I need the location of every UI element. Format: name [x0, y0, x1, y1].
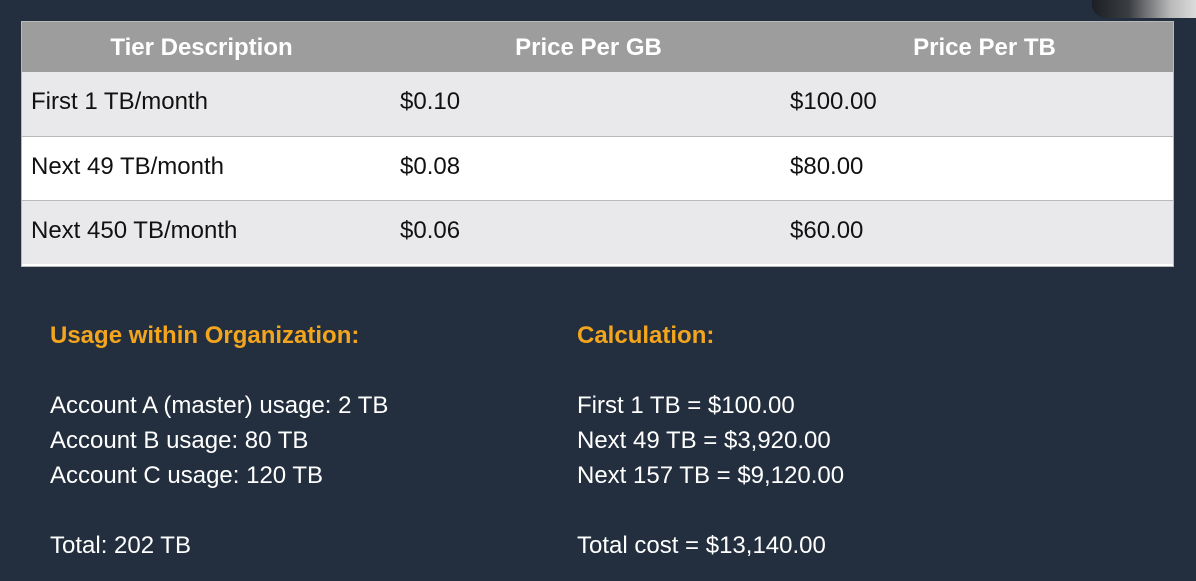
price-per-gb-cell: $0.08 — [400, 153, 461, 180]
usage-total: Total: 202 TB — [50, 532, 191, 559]
tier-description-cell: First 1 TB/month — [31, 88, 208, 115]
calculation-total-cost: Total cost = $13,140.00 — [577, 532, 826, 559]
table-row: Next 49 TB/month $0.08 $80.00 — [22, 136, 1173, 200]
tier-description-cell: Next 450 TB/month — [31, 217, 238, 244]
usage-heading: Usage within Organization: — [50, 322, 360, 349]
price-per-gb-cell: $0.10 — [400, 88, 461, 115]
price-per-tb-cell: $60.00 — [790, 217, 864, 244]
column-header-tier-description: Tier Description — [110, 34, 293, 61]
column-header-price-per-tb: Price Per TB — [913, 34, 1056, 61]
usage-line-account-b: Account B usage: 80 TB — [50, 427, 309, 454]
price-per-gb-cell: $0.06 — [400, 217, 461, 244]
table-header-row: Tier Description Price Per GB Price Per … — [22, 22, 1173, 72]
calculation-line-third-tier: Next 157 TB = $9,120.00 — [577, 462, 845, 489]
calculation-line-second-tier: Next 49 TB = $3,920.00 — [577, 427, 831, 454]
tier-description-cell: Next 49 TB/month — [31, 153, 224, 180]
usage-line-account-c: Account C usage: 120 TB — [50, 462, 324, 489]
column-header-price-per-gb: Price Per GB — [515, 34, 662, 61]
table-row: Next 450 TB/month $0.06 $60.00 — [22, 200, 1173, 264]
usage-line-account-a: Account A (master) usage: 2 TB — [50, 392, 389, 419]
table-row: First 1 TB/month $0.10 $100.00 — [22, 72, 1173, 136]
calculation-line-first-tier: First 1 TB = $100.00 — [577, 392, 795, 419]
pricing-tier-table: Tier Description Price Per GB Price Per … — [21, 21, 1174, 267]
price-per-tb-cell: $100.00 — [790, 88, 877, 115]
calculation-heading: Calculation: — [577, 322, 715, 349]
price-per-tb-cell: $80.00 — [790, 153, 864, 180]
presenter-video-thumbnail — [1092, 0, 1196, 18]
